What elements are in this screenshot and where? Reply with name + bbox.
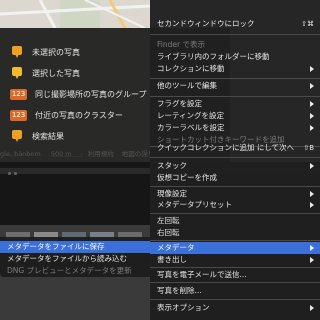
- read-metadata-item[interactable]: メタデータをファイルから読み込む: [0, 253, 150, 265]
- menu-item-set-flag[interactable]: フラグを設定: [150, 98, 320, 110]
- menu-item-label: 写真を削除...: [157, 286, 202, 295]
- menu-item-create-virtual-copy[interactable]: 仮想コピーを作成: [150, 172, 320, 184]
- map-scale-bar: [52, 153, 82, 157]
- menu-separator: [150, 157, 320, 158]
- menu-item-email-photo[interactable]: 写真を電子メールで送信...: [150, 269, 320, 281]
- menu-separator: [150, 299, 320, 300]
- menu-item-edit-in[interactable]: 他のツールで編集: [150, 80, 320, 92]
- submenu-arrow-icon: [310, 163, 314, 169]
- menu-item-label: 表示オプション: [157, 303, 210, 312]
- menu-item-label: メタデータプリセット: [157, 200, 232, 209]
- map-attribution: gle, bänbom: [0, 150, 41, 158]
- menu-separator: [150, 282, 320, 283]
- menu-item-label: スタック: [157, 161, 187, 170]
- terms-link[interactable]: 利用規約: [88, 150, 114, 158]
- legend-item-group: 123 同じ撮影場所の写真のグループ: [10, 86, 147, 102]
- menu-item-label: ライブラリ内のフォルダーに移動: [157, 52, 270, 61]
- menu-item-label: 写真を電子メールで送信...: [157, 270, 247, 279]
- location-pin-icon: [12, 67, 22, 79]
- menu-separator: [150, 78, 320, 79]
- menu-item-go-to-folder[interactable]: ライブラリ内のフォルダーに移動: [150, 51, 320, 63]
- menu-separator: [150, 213, 320, 214]
- menu-item-metadata-presets[interactable]: メタデータプリセット: [150, 199, 320, 211]
- submenu-arrow-icon: [310, 257, 314, 263]
- submenu-arrow-icon: [310, 101, 314, 107]
- menu-separator: [150, 267, 320, 268]
- menu-item-label: レーティングを設定: [157, 111, 225, 120]
- menu-item-view-options[interactable]: 表示オプション: [150, 302, 320, 314]
- menu-item-label: フラグを設定: [157, 99, 202, 108]
- submenu-arrow-icon: [310, 245, 314, 251]
- menu-item-rotate-right[interactable]: 右回転: [150, 227, 320, 239]
- menu-item-label: クイックコレクションに追加 にして次へ: [157, 143, 295, 152]
- legend-item-cluster: 123 付近の写真のクラスター: [10, 107, 123, 123]
- update-dng-item: DNG プレビューとメタデータを更新: [7, 266, 132, 275]
- count-badge: 123: [10, 109, 27, 121]
- legend-item-search: 検索結果: [12, 128, 64, 144]
- menu-item-show-in-finder: Finder で表示: [150, 39, 320, 51]
- legend-label: 未選択の写真: [32, 47, 80, 57]
- menu-separator: [150, 34, 320, 35]
- menu-item-label: 右回転: [157, 228, 180, 237]
- menu-item-label: Finder で表示: [157, 40, 205, 49]
- menu-item-label: メタデータ: [157, 243, 195, 252]
- legend-label: 付近の写真のクラスター: [35, 110, 123, 120]
- menu-item-add-to-quick-collection[interactable]: クイックコレクションに追加 にして次へ ⇧B: [150, 142, 320, 154]
- legend-label: 同じ撮影場所の写真のグループ: [35, 89, 147, 99]
- menu-item-label: 仮想コピーを作成: [157, 173, 217, 182]
- submenu-arrow-icon: [310, 202, 314, 208]
- toolbar-dot-icon: [14, 172, 17, 175]
- count-badge: 123: [10, 88, 27, 100]
- menu-separator: [150, 240, 320, 241]
- menu-item-rotate-left[interactable]: 左回転: [150, 215, 320, 227]
- context-menu: セカンドウィンドウにロック ⇧⌘ Finder で表示 ライブラリ内のフォルダー…: [150, 0, 320, 320]
- location-pin-icon: [12, 46, 22, 58]
- menu-item-label: コレクションに移動: [157, 64, 225, 73]
- menu-item-stacking[interactable]: スタック: [150, 160, 320, 172]
- menu-item-label: 書き出し: [157, 255, 187, 264]
- menu-item-go-to-collection[interactable]: コレクションに移動: [150, 63, 320, 75]
- menu-item-label: 左回転: [157, 216, 180, 225]
- menu-item-label: 他のツールで編集: [157, 81, 217, 90]
- save-metadata-item[interactable]: メタデータをファイルに保存: [0, 241, 150, 253]
- metadata-submenu: メタデータをファイルに保存 メタデータをファイルから読み込む DNG プレビュー…: [0, 237, 152, 277]
- menu-separator: [150, 96, 320, 97]
- menu-item-metadata[interactable]: メタデータ: [150, 242, 320, 254]
- menu-item-label: カラーラベルを設定: [157, 123, 225, 132]
- menu-shortcut: ⇧⌘: [301, 20, 314, 28]
- submenu-arrow-icon: [310, 191, 314, 197]
- legend-label: 選択した写真: [32, 68, 80, 78]
- submenu-arrow-icon: [310, 66, 314, 72]
- legend-label: 検索結果: [32, 131, 64, 141]
- menu-item-remove-photo[interactable]: 写真を削除...: [150, 285, 320, 297]
- submenu-arrow-icon: [310, 305, 314, 311]
- menu-item-set-rating[interactable]: レーティングを設定: [150, 110, 320, 122]
- menu-item-label: 現像設定: [157, 189, 187, 198]
- menu-item-lock-second-window[interactable]: セカンドウィンドウにロック ⇧⌘: [150, 18, 320, 30]
- legend-item-selected: 選択した写真: [12, 65, 80, 81]
- menu-item-label: セカンドウィンドウにロック: [157, 19, 255, 28]
- submenu-arrow-icon: [310, 83, 314, 89]
- submenu-arrow-icon: [310, 125, 314, 131]
- menu-item-set-color-label[interactable]: カラーラベルを設定: [150, 122, 320, 134]
- menu-separator: [150, 186, 320, 187]
- location-pin-icon: [12, 130, 22, 142]
- menu-shortcut: ⇧B: [303, 144, 314, 152]
- submenu-arrow-icon: [310, 113, 314, 119]
- menu-item-export[interactable]: 書き出し: [150, 254, 320, 266]
- toolbar-dot-icon: [8, 172, 11, 175]
- legend-item-unselected: 未選択の写真: [12, 44, 80, 60]
